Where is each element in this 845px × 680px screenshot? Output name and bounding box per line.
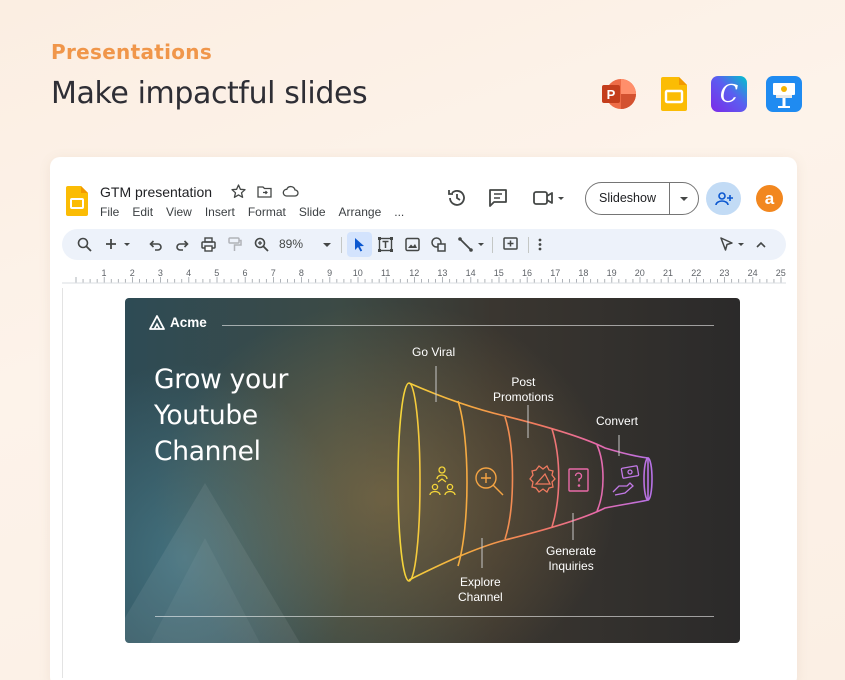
slideshow-label[interactable]: Slideshow <box>586 183 670 214</box>
stage-divider <box>551 428 560 528</box>
share-button[interactable] <box>706 182 741 215</box>
funnel-body <box>397 382 653 582</box>
more-options-icon[interactable] <box>536 236 544 253</box>
magnifier-plus-icon <box>475 467 504 496</box>
cloud-saved-icon[interactable] <box>282 184 299 199</box>
stage-divider <box>504 416 514 540</box>
toolbar-divider <box>492 237 493 253</box>
insert-image-icon[interactable] <box>404 236 421 253</box>
slideshow-button[interactable]: Slideshow <box>585 182 699 215</box>
zoom-icon[interactable] <box>253 236 270 253</box>
stage-divider <box>596 444 604 512</box>
meet-camera-icon[interactable] <box>532 187 568 209</box>
paint-format-icon[interactable] <box>226 236 243 253</box>
menu-file[interactable]: File <box>100 205 119 219</box>
keynote-icon[interactable] <box>765 76 803 112</box>
add-person-icon <box>714 191 733 205</box>
add-comment-icon[interactable] <box>502 236 519 253</box>
version-history-icon[interactable] <box>446 187 468 209</box>
horizontal-ruler: 1 2 3 4 5 6 7 8 9 10 11 12 13 14 15 16 17 18 19 20 21 22 23 24 2… <box>62 268 786 284</box>
comments-icon[interactable] <box>487 187 509 209</box>
chevron-down-icon <box>680 196 688 201</box>
undo-icon[interactable] <box>147 236 164 253</box>
funnel-mouth <box>397 382 421 582</box>
page-headline: Make impactful slides <box>51 76 368 111</box>
toolbar-divider <box>341 237 342 253</box>
megaphone-badge-icon <box>529 465 556 493</box>
menu-slide[interactable]: Slide <box>299 205 326 219</box>
funnel-label-generate-inquiries: Generate Inquiries <box>546 544 597 573</box>
menu-arrange[interactable]: Arrange <box>339 205 382 219</box>
move-folder-icon[interactable] <box>256 184 273 199</box>
menu-format[interactable]: Format <box>248 205 286 219</box>
menu-bar: File Edit View Insert Format Slide Arran… <box>100 205 404 219</box>
menu-insert[interactable]: Insert <box>205 205 235 219</box>
people-network-icon <box>429 466 456 496</box>
stage-divider <box>457 400 468 567</box>
funnel-label-post-promotions: Post Promotions <box>493 375 554 404</box>
canva-icon[interactable]: C <box>710 76 748 112</box>
funnel-label-go-viral: Go Viral <box>412 345 456 359</box>
footer-rule <box>155 616 714 617</box>
line-tool-icon[interactable] <box>457 236 487 253</box>
collapse-chevron-up-icon[interactable] <box>754 236 768 253</box>
eyebrow-label: Presentations <box>51 40 213 64</box>
toolbar-divider <box>528 237 529 253</box>
question-box-icon <box>568 468 589 492</box>
zoom-dropdown-icon[interactable] <box>321 236 333 253</box>
document-title[interactable]: GTM presentation <box>100 184 212 200</box>
print-icon[interactable] <box>200 236 217 253</box>
text-box-icon[interactable] <box>377 236 394 253</box>
menu-edit[interactable]: Edit <box>132 205 153 219</box>
redo-icon[interactable] <box>174 236 191 253</box>
slide-canvas[interactable]: Acme Grow your Youtube Channel Go Viral … <box>125 298 740 643</box>
ruler-ticks <box>62 277 786 284</box>
app-icons-row: P C <box>600 76 803 112</box>
funnel-label-convert: Convert <box>596 414 639 428</box>
slides-editor-window: GTM presentation File Edit View Insert F… <box>50 157 797 680</box>
vertical-ruler <box>62 288 63 678</box>
title-actions <box>230 184 299 199</box>
menu-view[interactable]: View <box>166 205 192 219</box>
funnel-label-explore-channel: Explore Channel <box>458 575 503 604</box>
hand-money-icon <box>612 465 640 496</box>
svg-text:C: C <box>720 80 738 108</box>
powerpoint-icon[interactable]: P <box>600 76 638 112</box>
select-cursor-icon[interactable] <box>351 236 368 253</box>
shape-icon[interactable] <box>430 236 447 253</box>
svg-text:P: P <box>607 87 616 102</box>
new-slide-icon[interactable] <box>104 236 134 253</box>
zoom-value[interactable]: 89% <box>279 237 303 251</box>
input-tools-icon[interactable] <box>718 236 748 253</box>
search-menus-icon[interactable] <box>76 236 93 253</box>
google-slides-logo-icon[interactable] <box>66 186 88 216</box>
google-slides-icon[interactable] <box>655 76 693 112</box>
slideshow-dropdown[interactable] <box>670 196 698 202</box>
avatar[interactable]: a <box>756 185 783 212</box>
star-icon[interactable] <box>230 184 247 199</box>
menu-more[interactable]: ... <box>394 205 404 219</box>
editor-toolbar: 89% <box>62 229 786 260</box>
